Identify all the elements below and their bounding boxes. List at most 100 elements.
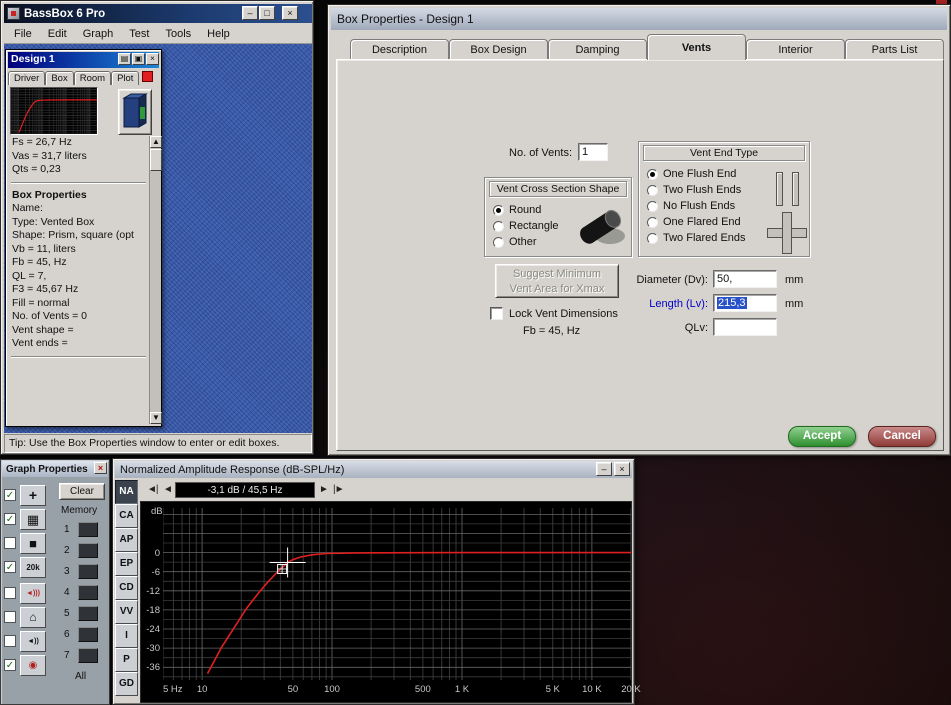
dialog-tab-box-design[interactable]: Box Design xyxy=(449,39,548,60)
close-button[interactable]: × xyxy=(282,6,298,20)
qlv-input[interactable] xyxy=(713,318,777,336)
menu-help[interactable]: Help xyxy=(199,25,238,43)
cursor-step-left-button[interactable]: ◄ xyxy=(163,484,173,495)
mdi-workspace: Design 1 ▤ ▣ × Driver Box Room Plot Fs =… xyxy=(4,44,312,433)
param-line: Shape: Prism, square (opt xyxy=(12,229,134,241)
minimize-button[interactable]: – xyxy=(242,6,258,20)
param-line: Vas = 31,7 liters xyxy=(12,149,87,162)
memory-slot-button[interactable] xyxy=(78,627,98,642)
menu-edit[interactable]: Edit xyxy=(40,25,75,43)
memory-slot-button[interactable] xyxy=(78,543,98,558)
graph-type-button-p[interactable]: P xyxy=(115,648,138,672)
close-button[interactable]: × xyxy=(146,53,159,65)
fb-value-label: Fb = 45, Hz xyxy=(523,325,581,337)
radio-label: One Flared End xyxy=(663,216,741,228)
length-input[interactable]: 215,3 xyxy=(713,294,777,312)
cursor-step-right-button[interactable]: ► xyxy=(319,484,329,495)
box-preview-button[interactable] xyxy=(118,89,152,135)
memory-slot-button[interactable] xyxy=(78,564,98,579)
param-line: Fs = 26,7 Hz xyxy=(12,136,72,148)
radio-icon xyxy=(493,204,504,216)
close-button[interactable]: × xyxy=(614,462,630,476)
scroll-down-button[interactable]: ▼ xyxy=(150,412,162,424)
radio-label: No Flush Ends xyxy=(663,200,736,212)
graph-type-button-vv[interactable]: VV xyxy=(115,600,138,624)
param-line: Vent shape = xyxy=(12,323,74,336)
maximize-button[interactable]: □ xyxy=(259,6,275,20)
no-of-vents-input[interactable] xyxy=(578,143,608,161)
cursor-step-right-end-button[interactable]: |► xyxy=(333,484,344,495)
length-label: Length (Lv): xyxy=(649,298,708,310)
design-tab-box[interactable]: Box xyxy=(45,71,74,85)
graph-type-button-cd[interactable]: CD xyxy=(115,576,138,600)
memory-slot-label: 3 xyxy=(64,566,70,577)
save-icon: ▤ xyxy=(120,54,129,63)
memory-slot-button[interactable] xyxy=(78,648,98,663)
clear-button[interactable]: Clear xyxy=(59,483,105,500)
amplitude-response-window: Normalized Amplitude Response (dB-SPL/Hz… xyxy=(112,458,641,705)
design-scrollbar[interactable]: ▲ ▼ xyxy=(149,136,162,424)
graph-type-button-ca[interactable]: CA xyxy=(115,504,138,528)
x-axis-tick-label: 10 K xyxy=(582,684,602,695)
response-thumbnail[interactable] xyxy=(10,87,98,135)
radio-icon xyxy=(647,168,658,180)
param-line: F3 = 45,67 Hz xyxy=(12,283,79,295)
graph-type-button-na[interactable]: NA xyxy=(115,480,138,504)
screen: BassBox 6 Pro – □ × File Edit Graph Test Too… xyxy=(0,0,951,705)
menu-tools[interactable]: Tools xyxy=(157,25,199,43)
dialog-title: Box Properties - Design 1 xyxy=(337,12,474,26)
param-line: Fb = 45, Hz xyxy=(12,256,67,268)
graph-type-button-ep[interactable]: EP xyxy=(115,552,138,576)
radio-icon xyxy=(647,184,658,196)
plot-color-swatch[interactable] xyxy=(142,71,153,82)
memory-slot-button[interactable] xyxy=(78,585,98,600)
lock-vent-dimensions-checkbox[interactable] xyxy=(490,307,503,320)
memory-slot-label: 4 xyxy=(64,587,70,598)
dialog-tab-parts-list[interactable]: Parts List xyxy=(845,39,944,60)
memory-label: Memory xyxy=(61,505,98,516)
cancel-button[interactable]: Cancel xyxy=(868,426,936,447)
all-label: All xyxy=(75,671,87,682)
response-plot-area[interactable]: dB 0 -6 -12 -18 -24 -30 -36 5 Hz 10 50 100 500 1 K5… xyxy=(140,501,641,703)
menu-graph[interactable]: Graph xyxy=(75,25,122,43)
dialog-tab-damping[interactable]: Damping xyxy=(548,39,647,60)
radio-label: Two Flush Ends xyxy=(663,184,742,196)
restore-button[interactable]: ▣ xyxy=(132,53,145,65)
param-line: Qts = 0,23 xyxy=(12,163,61,175)
cursor-step-left-end-button[interactable]: ◄| xyxy=(147,484,158,495)
design-parameters: Fs = 26,7 Hz Vas = 31,7 liters Qts = 0,23 B… xyxy=(8,136,149,363)
memory-slot-label: 5 xyxy=(64,608,70,619)
design-tab-plot[interactable]: Plot xyxy=(111,71,140,85)
accept-button[interactable]: Accept xyxy=(788,426,856,447)
dialog-tab-vents[interactable]: Vents xyxy=(647,34,746,60)
close-icon: × xyxy=(150,54,155,63)
menu-test[interactable]: Test xyxy=(121,25,157,43)
design-tab-room[interactable]: Room xyxy=(73,71,112,85)
param-line: Fill = normal xyxy=(12,296,70,309)
save-button[interactable]: ▤ xyxy=(118,53,131,65)
radio-icon xyxy=(647,200,658,212)
design-tab-driver[interactable]: Driver xyxy=(8,71,46,85)
flush-end-diagram xyxy=(773,172,801,206)
menu-file[interactable]: File xyxy=(6,25,40,43)
x-axis-tick-label: 10 xyxy=(196,684,208,695)
dialog-titlebar[interactable]: Box Properties - Design 1 xyxy=(331,8,947,30)
design-window-title: Design 1 xyxy=(11,53,55,65)
graph-type-button-ap[interactable]: AP xyxy=(115,528,138,552)
diameter-input[interactable] xyxy=(713,270,777,288)
main-window-title: BassBox 6 Pro xyxy=(24,7,106,20)
tip-bar: Tip: Use the Box Properties window to en… xyxy=(4,434,312,453)
memory-slot-button[interactable] xyxy=(78,522,98,537)
dialog-tab-interior[interactable]: Interior xyxy=(746,39,845,60)
memory-slot-button[interactable] xyxy=(78,606,98,621)
dialog-tab-description[interactable]: Description xyxy=(350,39,449,60)
params-divider xyxy=(11,181,146,184)
graph-type-button-gd[interactable]: GD xyxy=(115,672,138,696)
scroll-up-button[interactable]: ▲ xyxy=(150,136,162,148)
amplitude-titlebar[interactable]: Normalized Amplitude Response (dB-SPL/Hz… xyxy=(115,461,632,478)
minimize-button[interactable]: – xyxy=(596,462,612,476)
scroll-thumb[interactable] xyxy=(150,149,162,171)
param-line: Box Properties xyxy=(12,188,87,201)
graph-type-button-i[interactable]: I xyxy=(115,624,138,648)
design-tab-bar: Driver Box Room Plot xyxy=(8,69,140,85)
